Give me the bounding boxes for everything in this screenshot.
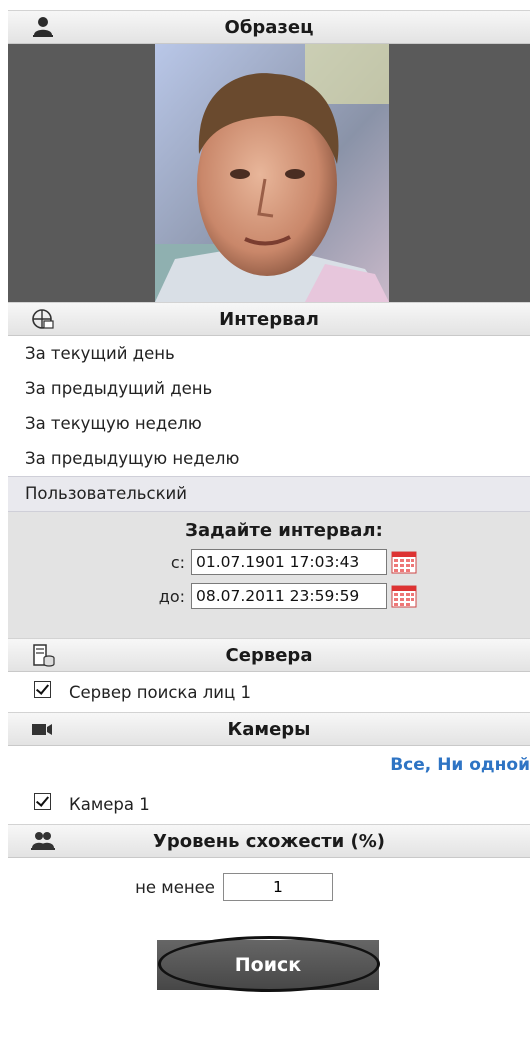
servers-title: Сервера <box>225 644 313 666</box>
interval-option-custom[interactable]: Пользовательский <box>8 476 530 512</box>
calendar-icon[interactable] <box>391 549 417 575</box>
interval-title: Интервал <box>219 308 319 330</box>
camera-label: Камера 1 <box>69 794 150 814</box>
users-icon <box>31 832 55 850</box>
sample-title: Образец <box>224 16 314 38</box>
camera-icon <box>32 724 52 735</box>
sample-photo <box>8 44 530 302</box>
search-button[interactable]: Поиск <box>157 940 379 990</box>
custom-interval-box: Задайте интервал: с: до: <box>8 512 530 638</box>
camera-item[interactable]: Камера 1 <box>8 784 530 824</box>
interval-options: За текущий день За предыдущий день За те… <box>8 336 530 512</box>
cameras-header: Камеры <box>8 712 530 746</box>
from-row: с: <box>8 549 530 575</box>
similarity-row: не менее <box>8 858 530 916</box>
sample-header: Образец <box>8 10 530 44</box>
from-datetime-input[interactable] <box>191 549 387 575</box>
from-label: с: <box>170 552 185 572</box>
server-item[interactable]: Сервер поиска лиц 1 <box>8 672 530 712</box>
server-checkbox[interactable] <box>34 680 51 698</box>
clock-icon <box>32 309 54 329</box>
similarity-title: Уровень схожести (%) <box>152 830 386 852</box>
interval-option-previous-day[interactable]: За предыдущий день <box>8 371 530 406</box>
search-area: Поиск <box>8 916 530 996</box>
similarity-header: Уровень схожести (%) <box>8 824 530 858</box>
servers-header: Сервера <box>8 638 530 672</box>
select-all-cameras-link[interactable]: Все <box>390 755 425 775</box>
cameras-title: Камеры <box>227 718 311 740</box>
server-label: Сервер поиска лиц 1 <box>69 682 251 702</box>
custom-interval-title: Задайте интервал: <box>185 520 383 541</box>
select-no-cameras-link[interactable]: Ни одной <box>437 755 530 775</box>
interval-option-current-day[interactable]: За текущий день <box>8 336 530 371</box>
interval-header: Интервал <box>8 302 530 336</box>
interval-option-previous-week[interactable]: За предыдущую неделю <box>8 441 530 476</box>
user-icon <box>33 17 53 37</box>
to-row: до: <box>8 583 530 609</box>
similarity-min-label: не менее <box>135 877 215 897</box>
camera-select-links: Все, Ни одной <box>8 746 530 784</box>
face-search-panel: Образец Интервал За текущий день За пред… <box>8 10 530 1038</box>
to-datetime-input[interactable] <box>191 583 387 609</box>
to-label: до: <box>158 586 185 606</box>
camera-checkbox[interactable] <box>34 792 51 810</box>
link-separator: , <box>424 755 432 775</box>
face-photo <box>155 44 389 302</box>
calendar-icon[interactable] <box>391 583 417 609</box>
interval-option-current-week[interactable]: За текущую неделю <box>8 406 530 441</box>
server-icon <box>33 644 55 667</box>
similarity-min-input[interactable] <box>222 873 333 901</box>
